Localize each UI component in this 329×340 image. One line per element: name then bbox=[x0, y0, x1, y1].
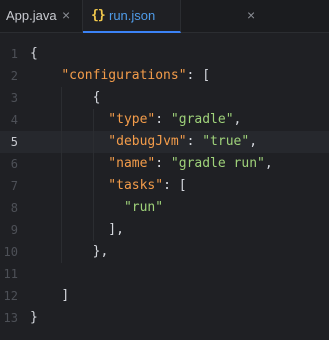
code-text: "run" bbox=[124, 197, 163, 219]
indent-guide bbox=[61, 109, 63, 131]
json-punctuation: , bbox=[264, 156, 273, 171]
indent-guide bbox=[61, 153, 63, 175]
line-number: 5 bbox=[10, 135, 18, 149]
code-line[interactable]: 11 bbox=[0, 263, 329, 285]
line-number: 3 bbox=[10, 91, 18, 105]
line-number: 8 bbox=[10, 201, 18, 215]
json-punctuation: : [ bbox=[186, 68, 211, 83]
indent-guide bbox=[92, 175, 94, 197]
json-punctuation: { bbox=[30, 46, 38, 61]
json-key: "debugJvm" bbox=[108, 134, 187, 149]
tab-run-json[interactable]: {} run.json × bbox=[83, 0, 255, 33]
json-key: "name" bbox=[108, 156, 156, 171]
line-number: 2 bbox=[10, 69, 18, 83]
line-number: 7 bbox=[10, 179, 18, 193]
json-key: "configurations" bbox=[61, 68, 187, 83]
json-file-icon: {} bbox=[91, 8, 106, 23]
indent-guide bbox=[61, 241, 63, 263]
indent-guide bbox=[61, 197, 63, 219]
code-text: "tasks": [ bbox=[108, 175, 186, 197]
close-icon[interactable]: × bbox=[62, 0, 70, 31]
code-line[interactable]: 12] bbox=[0, 285, 329, 307]
json-punctuation: ] bbox=[61, 288, 70, 303]
code-text: { bbox=[30, 43, 38, 65]
code-text: "configurations": [ bbox=[61, 65, 210, 87]
json-string: "run" bbox=[123, 200, 164, 215]
json-punctuation: : bbox=[155, 112, 171, 127]
code-line[interactable]: 1{ bbox=[0, 43, 329, 65]
code-line[interactable]: 6 "name": "gradle run", bbox=[0, 153, 329, 175]
line-number: 1 bbox=[10, 47, 18, 61]
json-string: "gradle run" bbox=[170, 156, 265, 171]
tab-label: App.java bbox=[6, 8, 57, 23]
json-key: "tasks" bbox=[108, 178, 164, 193]
indent-guide bbox=[61, 131, 63, 153]
indent-guide bbox=[61, 87, 63, 109]
indent-guide bbox=[61, 219, 63, 241]
code-text: } bbox=[30, 307, 38, 329]
code-text: "name": "gradle run", bbox=[108, 153, 272, 175]
code-text: }, bbox=[93, 241, 109, 263]
line-number: 4 bbox=[10, 113, 18, 127]
json-punctuation: : [ bbox=[163, 178, 187, 193]
line-number: 12 bbox=[3, 289, 18, 303]
close-icon[interactable]: × bbox=[247, 0, 255, 31]
code-editor[interactable]: 1{2 "configurations": [3{4 "type": "gradle… bbox=[0, 33, 329, 340]
indent-guide bbox=[92, 197, 94, 219]
code-line[interactable]: 8 "run" bbox=[0, 197, 329, 219]
indent-guide bbox=[92, 109, 94, 131]
json-punctuation: : bbox=[186, 134, 203, 149]
json-key: "type" bbox=[108, 112, 156, 127]
code-text: { bbox=[93, 87, 101, 109]
line-number: 6 bbox=[10, 157, 18, 171]
code-text: "debugJvm": "true", bbox=[108, 131, 257, 153]
code-line[interactable]: 3{ bbox=[0, 87, 329, 109]
json-punctuation: } bbox=[30, 310, 38, 325]
code-line[interactable]: 13} bbox=[0, 307, 329, 329]
indent-guide bbox=[92, 219, 94, 241]
json-string: "true" bbox=[202, 134, 250, 149]
code-line[interactable]: 2 "configurations": [ bbox=[0, 65, 329, 87]
code-line[interactable]: 4 "type": "gradle", bbox=[0, 109, 329, 131]
line-number: 10 bbox=[3, 245, 18, 259]
json-string: "gradle" bbox=[170, 112, 234, 127]
indent-guide bbox=[61, 175, 63, 197]
json-punctuation: : bbox=[155, 156, 171, 171]
code-line[interactable]: 7 "tasks": [ bbox=[0, 175, 329, 197]
line-number: 13 bbox=[3, 311, 18, 325]
code-text: "type": "gradle", bbox=[108, 109, 241, 131]
line-number: 11 bbox=[3, 267, 18, 281]
editor-tab-bar: App.java × {} run.json × bbox=[0, 0, 329, 33]
code-text: ], bbox=[108, 219, 124, 241]
json-punctuation: , bbox=[249, 134, 258, 149]
code-line[interactable]: 10}, bbox=[0, 241, 329, 263]
indent-guide bbox=[92, 153, 94, 175]
json-punctuation: { bbox=[92, 90, 101, 105]
code-line[interactable]: 5 "debugJvm": "true", bbox=[0, 131, 329, 153]
json-punctuation: , bbox=[233, 112, 242, 127]
code-line[interactable]: 9], bbox=[0, 219, 329, 241]
json-punctuation: ], bbox=[108, 222, 124, 237]
tab-label: run.json bbox=[109, 8, 156, 23]
indent-guide bbox=[92, 131, 94, 153]
json-punctuation: }, bbox=[92, 244, 109, 259]
tab-app-java[interactable]: App.java × bbox=[0, 0, 83, 33]
code-text: ] bbox=[61, 285, 69, 307]
line-number: 9 bbox=[10, 223, 18, 237]
